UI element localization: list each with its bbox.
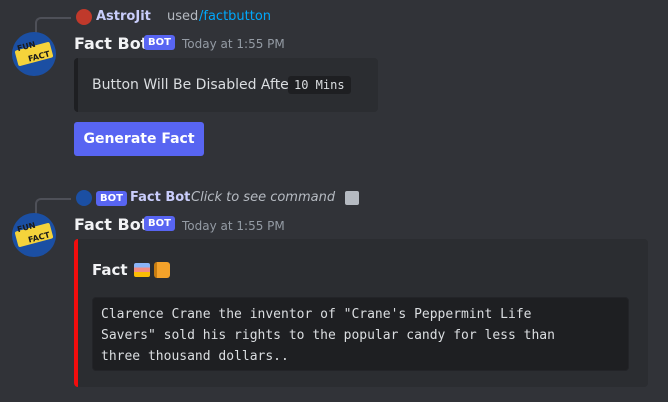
bot-username[interactable]: Fact Bot bbox=[74, 215, 148, 234]
bot-small-avatar-icon[interactable] bbox=[76, 190, 92, 206]
fact-line: three thousand dollars.. bbox=[101, 349, 289, 364]
reply-command[interactable]: /factbutton bbox=[199, 9, 271, 24]
reply-connector bbox=[35, 17, 71, 33]
embed-inline-code: 10 Mins bbox=[288, 76, 351, 94]
fact-line: Savers" sold his rights to the popular c… bbox=[101, 328, 555, 343]
book-emoji-icon bbox=[154, 262, 170, 278]
embed-text: Button Will Be Disabled After bbox=[92, 77, 295, 93]
reply-bot-tag: BOT bbox=[96, 191, 127, 206]
message-timestamp: Today at 1:55 PM bbox=[182, 219, 285, 233]
reply-used-text: used bbox=[167, 9, 199, 24]
bot-avatar-icon[interactable]: FUN FACT bbox=[12, 32, 56, 76]
bot-avatar-icon[interactable]: FUN FACT bbox=[12, 213, 56, 257]
bot-tag: BOT bbox=[144, 216, 175, 231]
reply-connector bbox=[35, 198, 71, 214]
fact-line: Clarence Crane the inventor of "Crane's … bbox=[101, 307, 532, 322]
bot-tag: BOT bbox=[144, 35, 175, 50]
fact-embed: Fact Clarence Crane the inventor of "Cra… bbox=[74, 239, 648, 387]
bot-username[interactable]: Fact Bot bbox=[74, 34, 148, 53]
generate-fact-button[interactable]: Generate Fact bbox=[74, 122, 204, 156]
message-timestamp: Today at 1:55 PM bbox=[182, 37, 285, 51]
embed-title: Fact bbox=[92, 261, 128, 279]
books-emoji-icon bbox=[134, 263, 150, 277]
reply-username[interactable]: Fact Bot bbox=[130, 190, 190, 205]
reply-username[interactable]: AstroJit bbox=[96, 9, 151, 24]
reply-hint[interactable]: Click to see command bbox=[191, 190, 335, 205]
edit-icon[interactable] bbox=[345, 191, 359, 205]
embed: Button Will Be Disabled After 10 Mins bbox=[74, 58, 378, 112]
fact-code-block: Clarence Crane the inventor of "Crane's … bbox=[92, 297, 629, 371]
user-avatar-icon[interactable] bbox=[76, 9, 92, 25]
